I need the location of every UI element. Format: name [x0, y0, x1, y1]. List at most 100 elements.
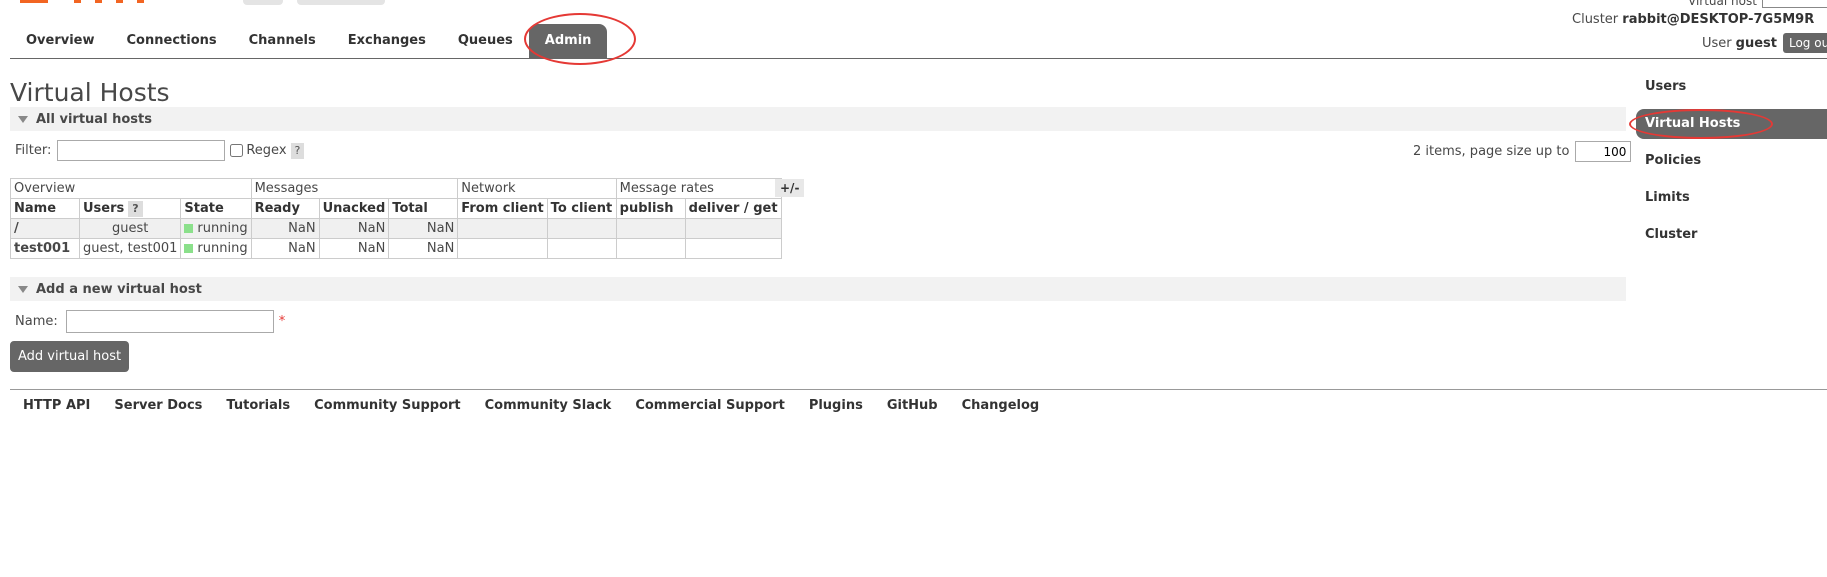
col-deliver-get[interactable]: deliver / get — [684, 198, 782, 219]
regex-checkbox[interactable] — [230, 144, 244, 157]
virtual-hosts-table: Overview Messages Network Message rates … — [10, 178, 782, 259]
footer-link-changelog[interactable]: Changelog — [962, 398, 1040, 413]
users-help-icon[interactable]: ? — [128, 200, 143, 217]
cluster-info: Cluster rabbit@DESKTOP-7G5M9R — [1572, 12, 1814, 27]
add-virtual-host-button[interactable]: Add virtual host — [10, 341, 130, 372]
footer-link-server-docs[interactable]: Server Docs — [114, 398, 202, 413]
footer-divider — [10, 389, 1827, 390]
footer-link-http-api[interactable]: HTTP API — [23, 398, 90, 413]
vhost-publish — [615, 218, 686, 239]
vhost-unacked: NaN — [318, 238, 390, 259]
filter-input[interactable] — [57, 140, 226, 161]
vhost-unacked: NaN — [318, 218, 390, 239]
vhost-users: guest — [78, 218, 182, 239]
vhost-name-link[interactable]: test001 — [10, 238, 80, 259]
col-total[interactable]: Total — [388, 198, 459, 219]
vhost-publish — [615, 238, 686, 259]
tab-connections[interactable]: Connections — [111, 24, 233, 58]
rabbitmq-logo-text-fragment — [74, 0, 144, 3]
col-ready[interactable]: Ready — [250, 198, 320, 219]
all-virtual-hosts-section-toggle[interactable]: All virtual hosts — [10, 107, 1626, 131]
main-tabs: Overview Connections Channels Exchanges … — [10, 24, 608, 58]
vhost-name-link[interactable]: / — [10, 218, 80, 239]
virtual-host-label: Virtual host — [1688, 0, 1757, 8]
tab-channels[interactable]: Channels — [233, 24, 332, 58]
required-marker: * — [278, 314, 286, 329]
name-label: Name: — [15, 314, 58, 329]
regex-label: Regex — [246, 143, 287, 158]
vhost-name-input[interactable] — [65, 310, 274, 333]
vhost-deliver-get — [684, 218, 782, 239]
tab-divider — [10, 58, 1827, 59]
col-users[interactable]: Users? — [78, 198, 182, 219]
vhost-name-row: Name: * — [15, 310, 285, 333]
tab-admin[interactable]: Admin — [528, 24, 608, 58]
vhost-state-text: running — [197, 240, 248, 256]
vhost-to-client — [546, 238, 617, 259]
logout-button[interactable]: Log out — [1782, 33, 1827, 53]
col-to-client[interactable]: To client — [546, 198, 617, 219]
running-status-icon — [184, 243, 194, 253]
side-nav-limits[interactable]: Limits — [1636, 183, 1827, 220]
side-nav-cluster[interactable]: Cluster — [1636, 220, 1827, 257]
footer-link-community-support[interactable]: Community Support — [314, 398, 461, 413]
collapse-triangle-icon — [18, 285, 28, 293]
footer-link-github[interactable]: GitHub — [887, 398, 938, 413]
footer-link-community-slack[interactable]: Community Slack — [485, 398, 612, 413]
running-status-icon — [184, 223, 194, 233]
regex-help-icon[interactable]: ? — [290, 142, 305, 159]
tab-queues[interactable]: Queues — [442, 24, 529, 58]
tab-overview[interactable]: Overview — [10, 24, 111, 58]
vhost-to-client — [546, 218, 617, 239]
vhost-ready: NaN — [250, 218, 320, 239]
footer-links: HTTP API Server Docs Tutorials Community… — [23, 398, 1063, 413]
vhost-deliver-get — [684, 238, 782, 259]
footer-link-tutorials[interactable]: Tutorials — [226, 398, 290, 413]
page-title: Virtual Hosts — [10, 78, 170, 107]
virtual-host-select[interactable] — [1762, 0, 1827, 8]
header-badge-fragment — [297, 0, 385, 5]
collapse-triangle-icon — [18, 115, 28, 123]
section-label: Add a new virtual host — [36, 281, 202, 297]
vhost-ready: NaN — [250, 238, 320, 259]
footer-link-commercial-support[interactable]: Commercial Support — [635, 398, 785, 413]
cluster-label: Cluster — [1572, 12, 1619, 27]
user-name: guest — [1735, 35, 1777, 51]
user-label: User — [1702, 35, 1732, 51]
col-unacked[interactable]: Unacked — [318, 198, 390, 219]
col-state[interactable]: State — [180, 198, 252, 219]
group-header-messages: Messages — [250, 178, 459, 199]
col-publish[interactable]: publish — [615, 198, 686, 219]
vhost-from-client — [457, 218, 548, 239]
filter-label: Filter: — [15, 143, 52, 158]
section-label: All virtual hosts — [36, 111, 152, 127]
col-users-label: Users — [83, 200, 125, 216]
vhost-state: running — [180, 218, 252, 239]
vhost-total: NaN — [388, 218, 459, 239]
admin-side-nav: Users Virtual Hosts Policies Limits Clus… — [1636, 72, 1827, 257]
side-nav-virtual-hosts[interactable]: Virtual Hosts — [1636, 109, 1827, 139]
cluster-name: rabbit@DESKTOP-7G5M9R — [1622, 12, 1815, 27]
add-virtual-host-section-toggle[interactable]: Add a new virtual host — [10, 277, 1626, 301]
side-nav-policies[interactable]: Policies — [1636, 146, 1827, 183]
footer-link-plugins[interactable]: Plugins — [809, 398, 863, 413]
table-row: / guest running NaN NaN NaN — [10, 218, 782, 239]
vhost-state-text: running — [197, 220, 248, 236]
paging-text: 2 items, page size up to — [1413, 144, 1570, 159]
page-size-input[interactable] — [1575, 141, 1632, 162]
tab-exchanges[interactable]: Exchanges — [332, 24, 442, 58]
user-info: User guest Log out — [1702, 33, 1827, 53]
group-header-message-rates: Message rates — [615, 178, 782, 199]
side-nav-users[interactable]: Users — [1636, 72, 1827, 109]
header-badge-fragment — [243, 0, 283, 5]
col-from-client[interactable]: From client — [457, 198, 548, 219]
vhost-from-client — [457, 238, 548, 259]
table-row: test001 guest, test001 running NaN NaN N… — [10, 238, 782, 259]
vhost-state: running — [180, 238, 252, 259]
group-header-overview: Overview — [10, 178, 252, 199]
group-header-network: Network — [457, 178, 617, 199]
toggle-columns-button[interactable]: +/- — [775, 179, 805, 197]
paging-control: 2 items, page size up to — [1413, 141, 1632, 162]
vhost-total: NaN — [388, 238, 459, 259]
col-name[interactable]: Name — [10, 198, 80, 219]
